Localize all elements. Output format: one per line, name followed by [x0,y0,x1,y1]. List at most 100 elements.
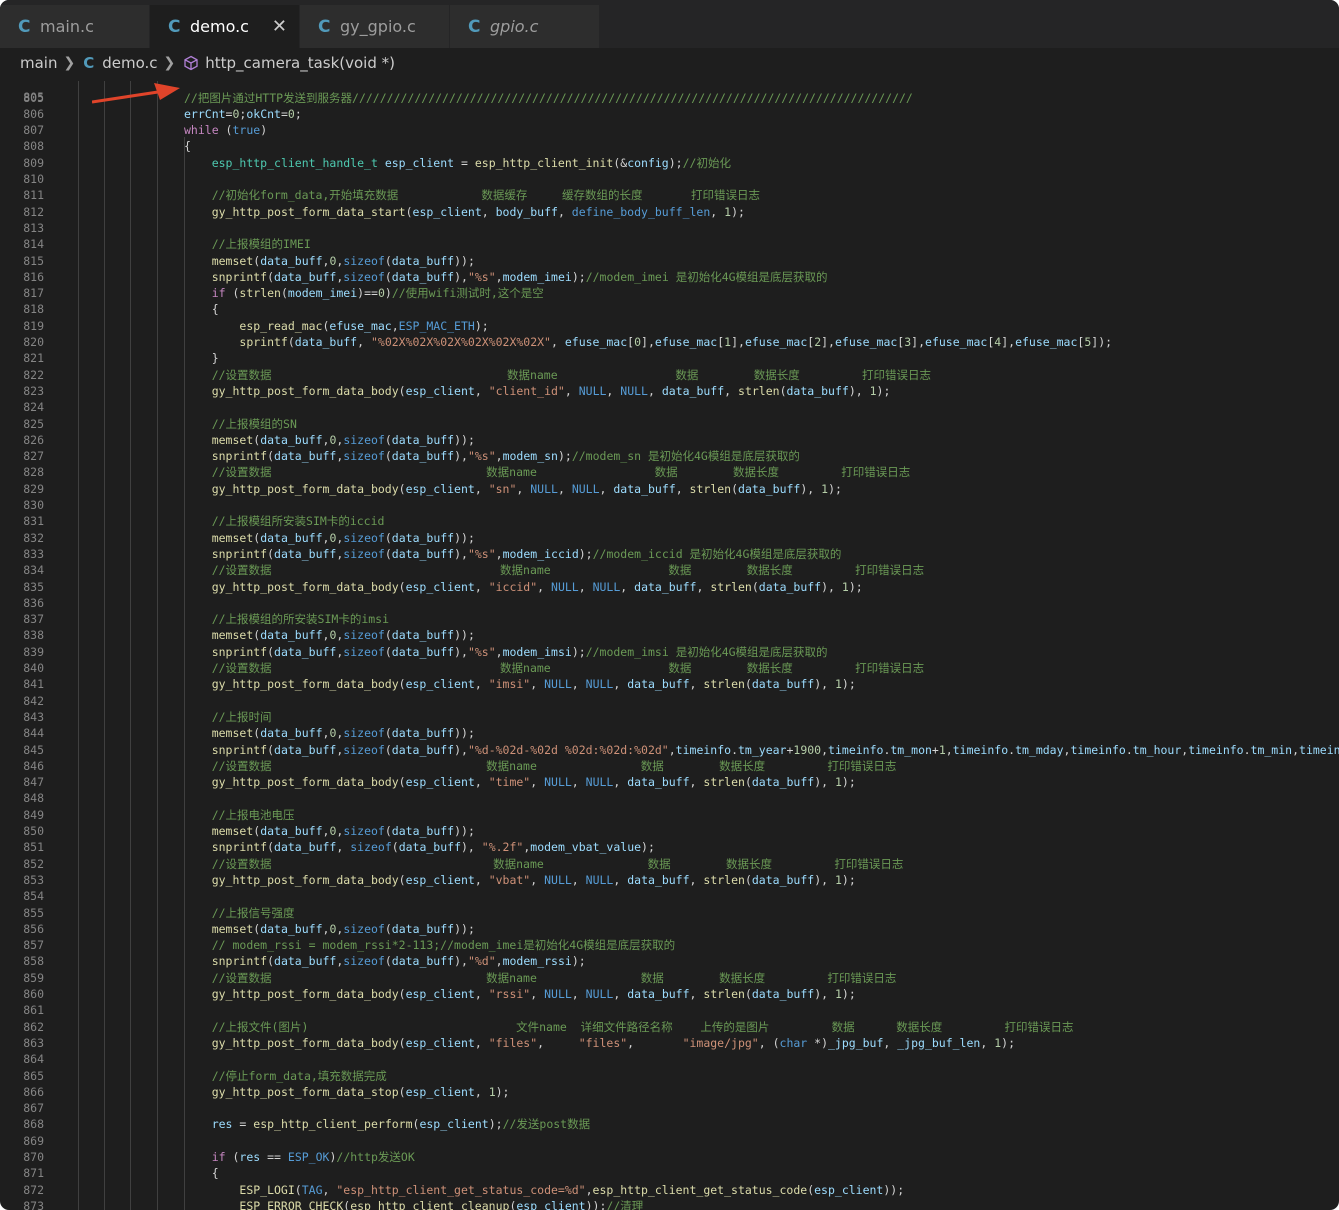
code-line[interactable]: 820 sprintf(data_buff, "%02X%02X%02X%02X… [0,334,1339,350]
code-line[interactable]: 871 { [0,1165,1339,1181]
code-line[interactable]: 845 snprintf(data_buff,sizeof(data_buff)… [0,742,1339,758]
code-text[interactable]: //把图片通过HTTP发送到服务器///////////////////////… [184,90,913,106]
code-text[interactable]: { [184,301,219,317]
code-line[interactable]: 818 { [0,301,1339,317]
code-line[interactable]: 862 //上报文件(图片) 文件name 详细文件路径名称 上传的是图片 数据… [0,1019,1339,1035]
code-line[interactable]: 859 //设置数据 数据name 数据 数据长度 打印错误日志 [0,970,1339,986]
code-line[interactable]: 828 //设置数据 数据name 数据 数据长度 打印错误日志 [0,464,1339,480]
code-line[interactable]: 813 [0,220,1339,236]
code-text[interactable]: gy_http_post_form_data_body(esp_client, … [184,481,842,497]
code-text[interactable]: while (true) [184,122,267,138]
code-line[interactable]: 852 //设置数据 数据name 数据 数据长度 打印错误日志 [0,856,1339,872]
code-text[interactable]: gy_http_post_form_data_body(esp_client, … [184,986,856,1002]
code-text[interactable]: //设置数据 数据name 数据 数据长度 打印错误日志 [184,758,897,774]
code-text[interactable]: memset(data_buff,0,sizeof(data_buff)); [184,725,475,741]
code-line[interactable]: 873 ESP_ERROR_CHECK(esp_http_client_clea… [0,1198,1339,1210]
code-line[interactable]: 823 gy_http_post_form_data_body(esp_clie… [0,383,1339,399]
code-text[interactable]: gy_http_post_form_data_body(esp_client, … [184,579,863,595]
code-line[interactable]: 812 gy_http_post_form_data_start(esp_cli… [0,204,1339,220]
code-line[interactable]: 808 { [0,138,1339,154]
code-line[interactable]: 846 //设置数据 数据name 数据 数据长度 打印错误日志 [0,758,1339,774]
code-line[interactable]: 856 memset(data_buff,0,sizeof(data_buff)… [0,921,1339,937]
code-line[interactable]: 868 res = esp_http_client_perform(esp_cl… [0,1116,1339,1132]
code-text[interactable]: snprintf(data_buff, sizeof(data_buff), "… [184,839,655,855]
code-line[interactable]: 849 //上报电池电压 [0,807,1339,823]
code-line[interactable]: 832 memset(data_buff,0,sizeof(data_buff)… [0,530,1339,546]
code-text[interactable]: errCnt=0;okCnt=0; [184,106,302,122]
code-line[interactable]: 817 if (strlen(modem_imei)==0)//使用wifi测试… [0,285,1339,301]
code-text[interactable]: { [184,1165,219,1181]
code-text[interactable]: //上报电池电压 [184,807,295,823]
code-line[interactable]: 842 [0,693,1339,709]
code-text[interactable]: res = esp_http_client_perform(esp_client… [184,1116,590,1132]
code-text[interactable]: } [184,350,219,366]
tab-demo-c[interactable]: C demo.c ✕ [150,5,300,48]
breadcrumb-file[interactable]: demo.c [102,54,157,72]
code-line[interactable]: 836 [0,595,1339,611]
code-line[interactable]: 851 snprintf(data_buff, sizeof(data_buff… [0,839,1339,855]
code-line[interactable]: 869 [0,1133,1339,1149]
code-line[interactable]: 854 [0,888,1339,904]
code-text[interactable]: //上报模组的SN [184,416,297,432]
code-line[interactable]: 843 //上报时间 [0,709,1339,725]
tab-main-c[interactable]: C main.c [0,5,150,48]
code-line[interactable]: 837 //上报模组的所安装SIM卡的imsi [0,611,1339,627]
code-text[interactable]: sprintf(data_buff, "%02X%02X%02X%02X%02X… [184,334,1112,350]
code-line[interactable]: 819 esp_read_mac(efuse_mac,ESP_MAC_ETH); [0,318,1339,334]
code-text[interactable]: memset(data_buff,0,sizeof(data_buff)); [184,253,475,269]
code-line[interactable]: 815 memset(data_buff,0,sizeof(data_buff)… [0,253,1339,269]
code-text[interactable]: //上报模组所安装SIM卡的iccid [184,513,385,529]
code-line[interactable]: 855 //上报信号强度 [0,905,1339,921]
code-text[interactable]: gy_http_post_form_data_body(esp_client, … [184,774,856,790]
code-line[interactable]: 840 //设置数据 数据name 数据 数据长度 打印错误日志 [0,660,1339,676]
code-line[interactable]: 822 //设置数据 数据name 数据 数据长度 打印错误日志 [0,367,1339,383]
code-text[interactable]: snprintf(data_buff,sizeof(data_buff),"%s… [184,448,800,464]
code-text[interactable]: memset(data_buff,0,sizeof(data_buff)); [184,823,475,839]
code-line[interactable]: 833 snprintf(data_buff,sizeof(data_buff)… [0,546,1339,562]
code-line[interactable]: 848 [0,790,1339,806]
code-line[interactable]: 866 gy_http_post_form_data_stop(esp_clie… [0,1084,1339,1100]
code-line[interactable]: 858 snprintf(data_buff,sizeof(data_buff)… [0,953,1339,969]
code-text[interactable]: //设置数据 数据name 数据 数据长度 打印错误日志 [184,970,897,986]
close-icon[interactable]: ✕ [272,16,287,37]
code-text[interactable]: snprintf(data_buff,sizeof(data_buff),"%s… [184,644,828,660]
code-line[interactable]: 811 //初始化form_data,开始填充数据 数据缓存 缓存数组的长度 打… [0,187,1339,203]
code-text[interactable]: ESP_ERROR_CHECK(esp_http_client_cleanup(… [184,1198,643,1210]
code-line[interactable]: 847 gy_http_post_form_data_body(esp_clie… [0,774,1339,790]
code-line[interactable]: 861 [0,1002,1339,1018]
code-text[interactable]: if (res == ESP_OK)//http发送OK [184,1149,415,1165]
code-line[interactable]: 806 errCnt=0;okCnt=0; [0,106,1339,122]
code-text[interactable]: //停止form_data,填充数据完成 [184,1068,387,1084]
code-line[interactable]: 872 ESP_LOGI(TAG, "esp_http_client_get_s… [0,1182,1339,1198]
code-text[interactable]: //上报模组的IMEI [184,236,311,252]
code-text[interactable]: if (strlen(modem_imei)==0)//使用wifi测试时,这个… [184,285,544,301]
code-line[interactable]: 816 snprintf(data_buff,sizeof(data_buff)… [0,269,1339,285]
code-text[interactable]: esp_http_client_handle_t esp_client = es… [184,155,731,171]
code-text[interactable]: //设置数据 数据name 数据 数据长度 打印错误日志 [184,856,904,872]
code-editor[interactable]: 805 805 //把图片通过HTTP发送到服务器////////////////… [0,81,1339,1210]
code-line[interactable]: 830 [0,497,1339,513]
code-line[interactable]: 838 memset(data_buff,0,sizeof(data_buff)… [0,627,1339,643]
breadcrumb-folder[interactable]: main [20,54,57,72]
code-line[interactable]: 864 [0,1051,1339,1067]
code-line[interactable]: 821 } [0,350,1339,366]
code-text[interactable]: //设置数据 数据name 数据 数据长度 打印错误日志 [184,562,924,578]
code-line[interactable]: 857 // modem_rssi = modem_rssi*2-113;//m… [0,937,1339,953]
code-text[interactable]: gy_http_post_form_data_body(esp_client, … [184,676,856,692]
code-line[interactable]: 814 //上报模组的IMEI [0,236,1339,252]
code-text[interactable]: // modem_rssi = modem_rssi*2-113;//modem… [184,937,675,953]
code-text[interactable]: memset(data_buff,0,sizeof(data_buff)); [184,627,475,643]
code-line[interactable]: 807 while (true) [0,122,1339,138]
code-line[interactable]: 839 snprintf(data_buff,sizeof(data_buff)… [0,644,1339,660]
code-line[interactable]: 841 gy_http_post_form_data_body(esp_clie… [0,676,1339,692]
code-line[interactable]: 850 memset(data_buff,0,sizeof(data_buff)… [0,823,1339,839]
code-line[interactable]: 867 [0,1100,1339,1116]
tab-gpio-c[interactable]: C gpio.c [450,5,600,48]
code-line[interactable]: 835 gy_http_post_form_data_body(esp_clie… [0,579,1339,595]
code-line[interactable]: 844 memset(data_buff,0,sizeof(data_buff)… [0,725,1339,741]
tab-gy-gpio-c[interactable]: C gy_gpio.c [300,5,450,48]
code-text[interactable]: snprintf(data_buff,sizeof(data_buff),"%s… [184,546,842,562]
breadcrumb-symbol[interactable]: http_camera_task(void *) [205,54,395,72]
code-text[interactable]: snprintf(data_buff,sizeof(data_buff),"%d… [184,742,1339,758]
code-text[interactable]: memset(data_buff,0,sizeof(data_buff)); [184,921,475,937]
